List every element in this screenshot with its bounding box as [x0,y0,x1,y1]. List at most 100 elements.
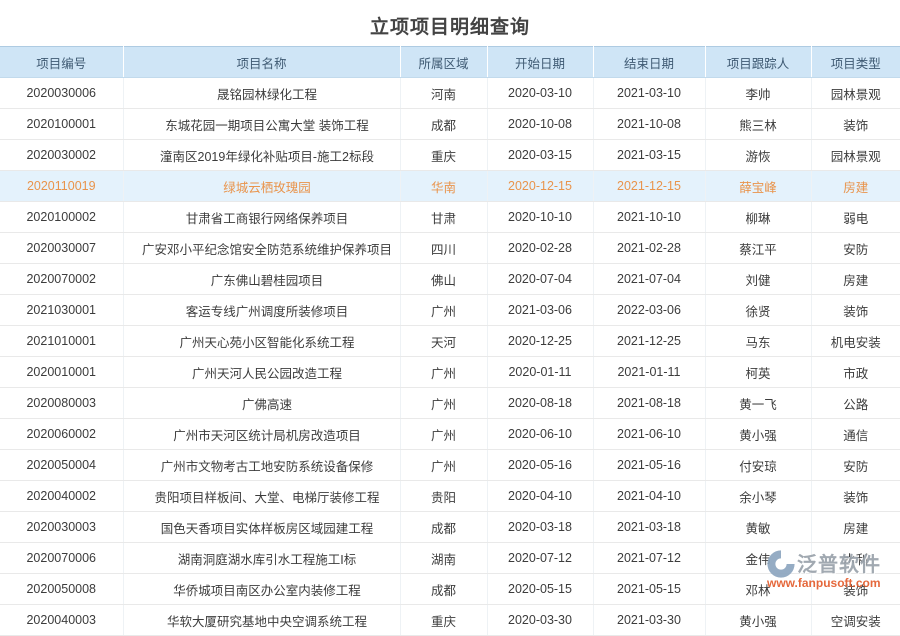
table-row[interactable]: 2020080003 广佛高速 广州 2020-08-18 2021-08-18… [0,388,900,419]
cell-region: 成都 [400,109,487,140]
table-row[interactable]: 2020100001 东城花园一期项目公寓大堂 装饰工程 成都 2020-10-… [0,109,900,140]
cell-region: 河南 [400,78,487,109]
cell-project-code[interactable]: 2020070006 [0,543,123,574]
table-row[interactable]: 2020030007 广安邓小平纪念馆安全防范系统维护保养项目 四川 2020-… [0,233,900,264]
cell-project-type: 园林景观 [811,140,900,171]
cell-project-code[interactable]: 2021030001 [0,295,123,326]
table-row[interactable]: 2020030006 晟铭园林绿化工程 河南 2020-03-10 2021-0… [0,78,900,109]
col-header-project-name: 项目名称 [123,47,400,78]
cell-start-date: 2020-10-10 [487,202,593,233]
cell-project-name[interactable]: 广州市天河区统计局机房改造项目 [123,419,400,450]
cell-region: 天河 [400,326,487,357]
cell-project-code[interactable]: 2020060002 [0,419,123,450]
cell-start-date: 2020-03-10 [487,78,593,109]
cell-end-date: 2021-01-11 [593,357,705,388]
cell-tracker: 余小琴 [705,481,811,512]
cell-project-code[interactable]: 2020050004 [0,450,123,481]
table-row[interactable]: 2020110019 绿城云栖玫瑰园 华南 2020-12-15 2021-12… [0,171,900,202]
cell-tracker: 付安琼 [705,450,811,481]
cell-tracker: 柯英 [705,357,811,388]
cell-project-type: 机电安装 [811,326,900,357]
cell-project-code[interactable]: 2020030007 [0,233,123,264]
cell-project-name[interactable]: 贵阳项目样板间、大堂、电梯厅装修工程 [123,481,400,512]
cell-project-name[interactable]: 甘肃省工商银行网络保养项目 [123,202,400,233]
cell-project-type: 弱电 [811,202,900,233]
cell-project-type: 公路 [811,388,900,419]
table-row[interactable]: 2021010001 广州天心苑小区智能化系统工程 天河 2020-12-25 … [0,326,900,357]
cell-project-name[interactable]: 广东佛山碧桂园项目 [123,264,400,295]
cell-project-type: 装饰 [811,109,900,140]
table-row[interactable]: 2020050004 广州市文物考古工地安防系统设备保修 广州 2020-05-… [0,450,900,481]
cell-project-name[interactable]: 华软大厦研究基地中央空调系统工程 [123,605,400,636]
col-header-region: 所属区域 [400,47,487,78]
cell-tracker: 黄敏 [705,512,811,543]
cell-project-code[interactable]: 2020010001 [0,357,123,388]
cell-project-code[interactable]: 2020030003 [0,512,123,543]
table-row[interactable]: 2020010001 广州天河人民公园改造工程 广州 2020-01-11 20… [0,357,900,388]
cell-start-date: 2020-04-10 [487,481,593,512]
cell-project-code[interactable]: 2020030002 [0,140,123,171]
cell-project-code[interactable]: 2020040002 [0,481,123,512]
cell-tracker: 黄小强 [705,605,811,636]
cell-project-code[interactable]: 2020100001 [0,109,123,140]
cell-project-name[interactable]: 湖南洞庭湖水库引水工程施工I标 [123,543,400,574]
cell-region: 四川 [400,233,487,264]
table-row[interactable]: 2021030001 客运专线广州调度所装修项目 广州 2021-03-06 2… [0,295,900,326]
cell-start-date: 2020-12-15 [487,171,593,202]
cell-tracker: 游恢 [705,140,811,171]
cell-project-name[interactable]: 广州市文物考古工地安防系统设备保修 [123,450,400,481]
cell-start-date: 2020-06-10 [487,419,593,450]
cell-project-name[interactable]: 绿城云栖玫瑰园 [123,171,400,202]
table-row[interactable]: 2020040002 贵阳项目样板间、大堂、电梯厅装修工程 贵阳 2020-04… [0,481,900,512]
cell-end-date: 2021-04-10 [593,481,705,512]
cell-project-code[interactable]: 2020110019 [0,171,123,202]
cell-project-type: 装饰 [811,481,900,512]
cell-region: 华南 [400,171,487,202]
cell-end-date: 2021-03-18 [593,512,705,543]
cell-region: 贵阳 [400,481,487,512]
table-row[interactable]: 2020070002 广东佛山碧桂园项目 佛山 2020-07-04 2021-… [0,264,900,295]
table-row[interactable]: 2020070006 湖南洞庭湖水库引水工程施工I标 湖南 2020-07-12… [0,543,900,574]
cell-end-date: 2021-03-15 [593,140,705,171]
cell-project-code[interactable]: 2020030006 [0,78,123,109]
table-row[interactable]: 2020030003 国色天香项目实体样板房区域园建工程 成都 2020-03-… [0,512,900,543]
cell-project-code[interactable]: 2020080003 [0,388,123,419]
table-row[interactable]: 2020060002 广州市天河区统计局机房改造项目 广州 2020-06-10… [0,419,900,450]
cell-project-name[interactable]: 广安邓小平纪念馆安全防范系统维护保养项目 [123,233,400,264]
cell-project-name[interactable]: 广州天河人民公园改造工程 [123,357,400,388]
cell-end-date: 2021-10-08 [593,109,705,140]
cell-region: 重庆 [400,605,487,636]
cell-project-code[interactable]: 2020100002 [0,202,123,233]
cell-start-date: 2020-05-16 [487,450,593,481]
cell-tracker: 金伟 [705,543,811,574]
cell-start-date: 2020-08-18 [487,388,593,419]
cell-tracker: 蔡江平 [705,233,811,264]
cell-tracker: 徐贤 [705,295,811,326]
cell-end-date: 2022-03-06 [593,295,705,326]
cell-end-date: 2021-06-10 [593,419,705,450]
table-row[interactable]: 2020100002 甘肃省工商银行网络保养项目 甘肃 2020-10-10 2… [0,202,900,233]
cell-end-date: 2021-03-30 [593,605,705,636]
cell-project-name[interactable]: 广佛高速 [123,388,400,419]
cell-project-code[interactable]: 2020040003 [0,605,123,636]
cell-start-date: 2020-03-18 [487,512,593,543]
table-row[interactable]: 2020030002 潼南区2019年绿化补贴项目-施工2标段 重庆 2020-… [0,140,900,171]
cell-region: 广州 [400,450,487,481]
table-body: 2020030006 晟铭园林绿化工程 河南 2020-03-10 2021-0… [0,78,900,636]
cell-project-code[interactable]: 2020070002 [0,264,123,295]
cell-project-name[interactable]: 晟铭园林绿化工程 [123,78,400,109]
cell-project-name[interactable]: 潼南区2019年绿化补贴项目-施工2标段 [123,140,400,171]
cell-project-name[interactable]: 国色天香项目实体样板房区域园建工程 [123,512,400,543]
cell-region: 重庆 [400,140,487,171]
cell-region: 广州 [400,357,487,388]
cell-project-code[interactable]: 2021010001 [0,326,123,357]
table-row[interactable]: 2020040003 华软大厦研究基地中央空调系统工程 重庆 2020-03-3… [0,605,900,636]
col-header-project-code: 项目编号 [0,47,123,78]
cell-tracker: 熊三林 [705,109,811,140]
cell-project-name[interactable]: 广州天心苑小区智能化系统工程 [123,326,400,357]
cell-project-name[interactable]: 客运专线广州调度所装修项目 [123,295,400,326]
cell-project-name[interactable]: 东城花园一期项目公寓大堂 装饰工程 [123,109,400,140]
cell-region: 广州 [400,419,487,450]
cell-region: 湖南 [400,543,487,574]
col-header-start-date: 开始日期 [487,47,593,78]
